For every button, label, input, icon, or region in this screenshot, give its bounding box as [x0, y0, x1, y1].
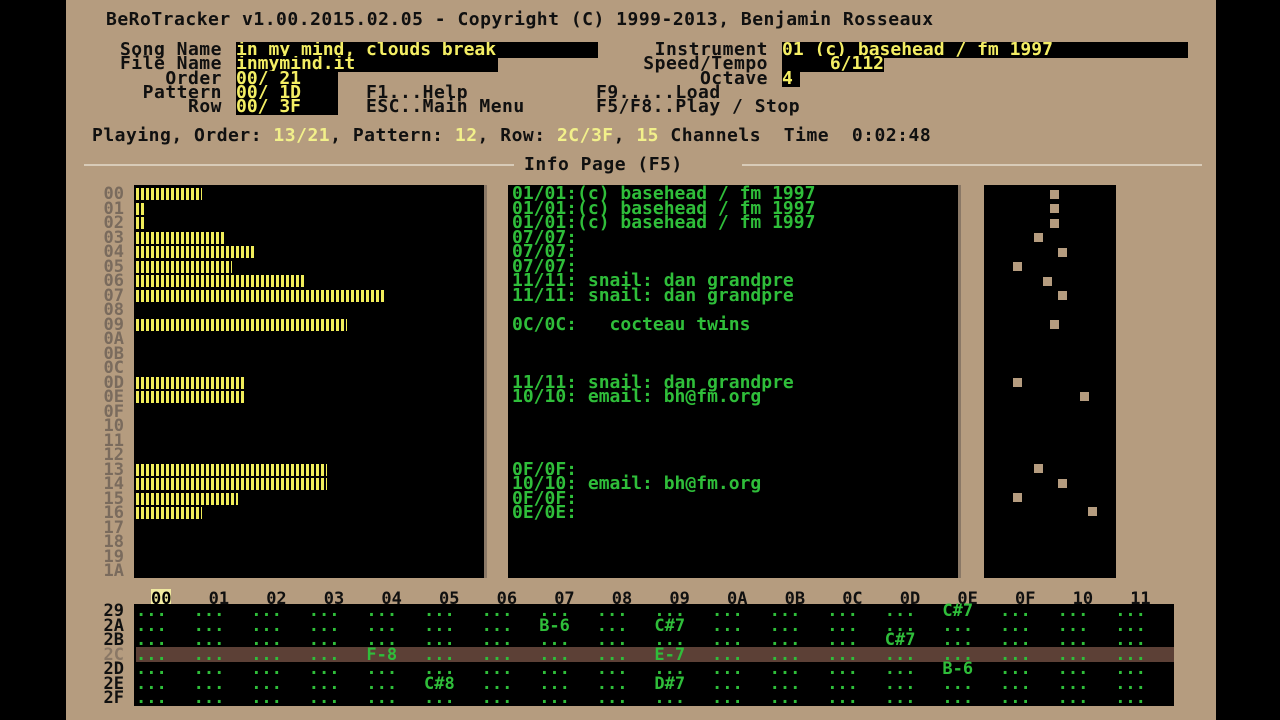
- status-pattern-label: Pattern:: [352, 125, 444, 146]
- pan-dot: [1043, 277, 1052, 286]
- pattern-empty-cell[interactable]: ...: [770, 690, 801, 706]
- file-name-field[interactable]: inmymind.it: [236, 56, 498, 72]
- vu-bar: [136, 463, 327, 476]
- octave-label: Octave: [699, 68, 768, 89]
- status-row-total: 3F: [590, 125, 614, 146]
- pattern-empty-cell[interactable]: ...: [539, 690, 570, 706]
- app-title: BeRoTracker v1.00.2015.02.05 - Copyright…: [106, 9, 934, 30]
- status-channels-label: Channels: [670, 125, 762, 146]
- pan-dot: [1080, 392, 1089, 401]
- status-playing-label: Playing, Order:: [92, 125, 263, 146]
- pattern-empty-cell[interactable]: ...: [654, 690, 685, 706]
- vu-bar: [136, 260, 232, 273]
- pattern-empty-cell[interactable]: ...: [1058, 690, 1089, 706]
- pattern-empty-cell[interactable]: ...: [309, 690, 340, 706]
- main-menu-hint[interactable]: ESC..Main Menu: [366, 98, 525, 116]
- pattern-empty-cell[interactable]: ...: [1115, 690, 1146, 706]
- pattern-empty-cell[interactable]: ...: [1000, 690, 1031, 706]
- vu-bar: [136, 275, 304, 287]
- pattern-row-number: 2F: [103, 688, 124, 708]
- pattern-empty-cell[interactable]: ...: [942, 690, 973, 706]
- row-label: Row: [187, 96, 222, 117]
- pattern-empty-cell[interactable]: ...: [366, 690, 397, 706]
- pan-dot: [1050, 204, 1059, 213]
- pan-dot: [1058, 248, 1067, 257]
- octave-field[interactable]: 4: [782, 71, 800, 87]
- vu-bar: [136, 376, 245, 389]
- pan-dot: [1058, 291, 1067, 300]
- status-row-label: Row:: [500, 125, 546, 146]
- info-line: 11/11: snail: dan grandpre: [512, 284, 794, 306]
- status-pattern-current: 12: [454, 125, 478, 146]
- vu-bar: [136, 188, 202, 200]
- play-stop-hint[interactable]: F5/F8..Play / Stop: [596, 98, 800, 116]
- pan-dot: [1050, 320, 1059, 329]
- pattern-empty-cell[interactable]: ...: [885, 690, 916, 706]
- pattern-empty-cell[interactable]: ...: [597, 690, 628, 706]
- status-order-total: 21: [307, 125, 331, 146]
- panning-panel: [984, 185, 1116, 578]
- vu-bar: [136, 391, 245, 403]
- pan-dot: [1034, 233, 1043, 242]
- info-line: 10/10: email: bh@fm.org: [512, 386, 762, 407]
- status-time-label: Time: [783, 125, 830, 146]
- pan-dot: [1013, 262, 1022, 271]
- divider-right: [742, 164, 1202, 166]
- info-line: 0E/0E:: [512, 502, 578, 523]
- pattern-empty-cell[interactable]: ...: [251, 690, 282, 706]
- status-time-value: 0:02:48: [851, 125, 932, 146]
- pan-dot: [1058, 479, 1067, 488]
- pattern-empty-cell[interactable]: ...: [712, 690, 743, 706]
- pattern-empty-cell[interactable]: ...: [482, 690, 513, 706]
- vu-bar: [136, 289, 384, 302]
- info-page-title[interactable]: Info Page (F5): [524, 156, 683, 174]
- tracker-screen: BeRoTracker v1.00.2015.02.05 - Copyright…: [66, 0, 1216, 720]
- status-row-current: 2C: [556, 125, 580, 146]
- vu-bar: [136, 246, 255, 258]
- divider-left: [84, 164, 514, 166]
- vu-bar: [136, 478, 327, 490]
- status-order-current: 13: [273, 125, 297, 146]
- pan-dot: [1088, 507, 1097, 516]
- pan-dot: [1013, 493, 1022, 502]
- pattern-empty-cell[interactable]: ...: [194, 690, 225, 706]
- pattern-empty-cell[interactable]: ...: [827, 690, 858, 706]
- channel-number: 1A: [103, 561, 124, 581]
- vu-bar: [136, 217, 146, 229]
- pan-dot: [1034, 464, 1043, 473]
- pattern-empty-cell[interactable]: ...: [424, 690, 455, 706]
- status-channels-count: 15: [636, 125, 660, 146]
- vu-bar: [136, 318, 347, 331]
- pan-dot: [1050, 219, 1059, 228]
- vu-bar: [136, 202, 146, 215]
- vu-bar: [136, 492, 238, 505]
- status-line: Playing, Order: 13/21, Pattern: 12, Row:…: [92, 125, 932, 146]
- speed-tempo-field[interactable]: 6/112: [782, 56, 884, 72]
- vu-bar: [136, 507, 202, 519]
- pattern-empty-cell[interactable]: ...: [136, 690, 167, 706]
- pan-dot: [1013, 378, 1022, 387]
- info-line: 0C/0C: cocteau twins: [512, 313, 751, 335]
- vu-bar: [136, 231, 225, 244]
- row-field[interactable]: 00/ 3F: [236, 99, 338, 115]
- pan-dot: [1050, 190, 1059, 199]
